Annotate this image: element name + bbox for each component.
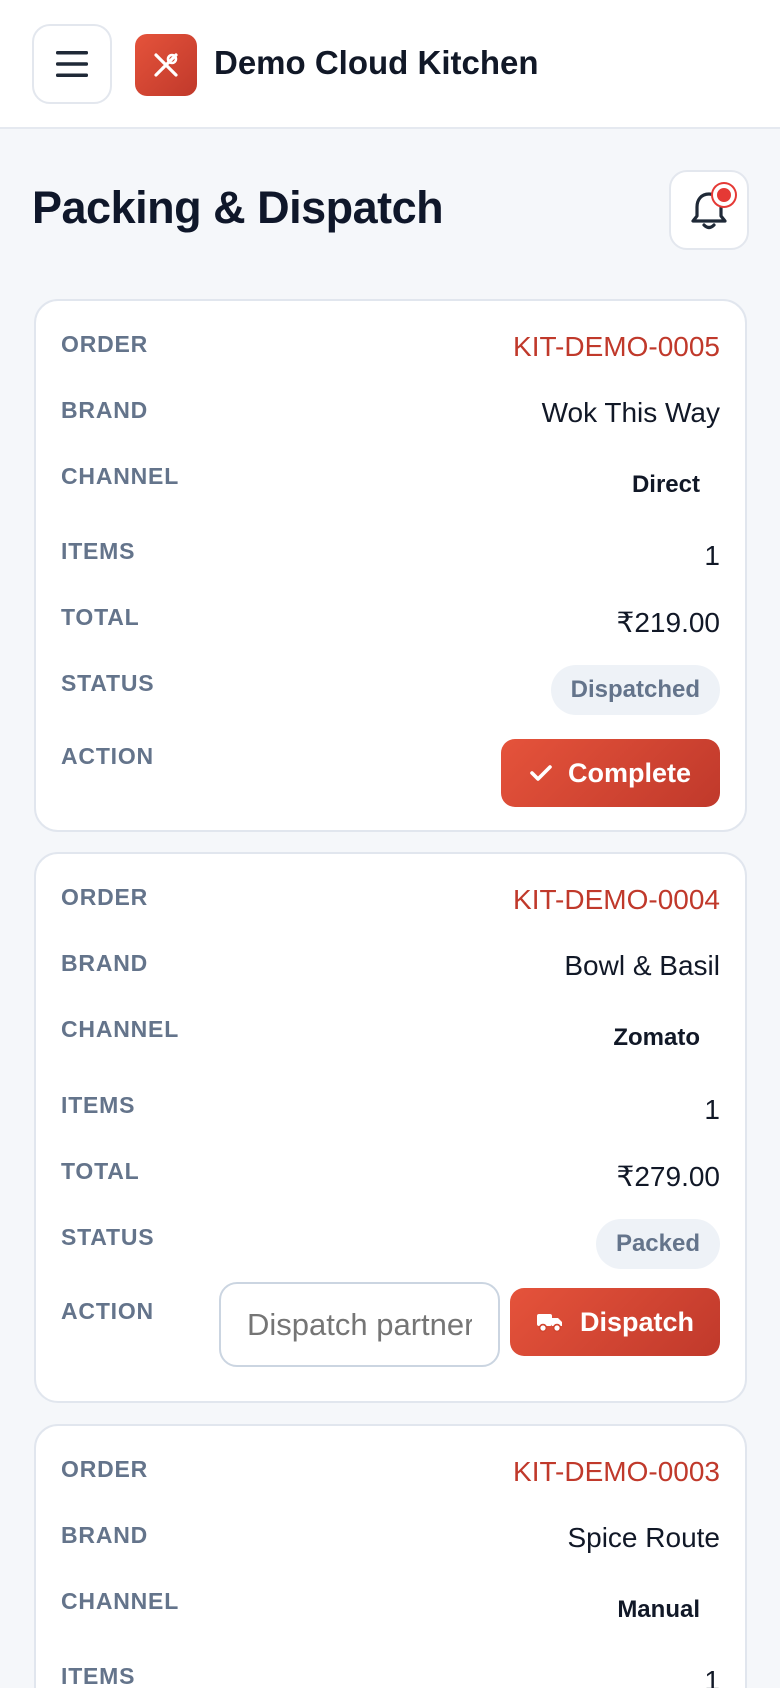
brand-label: BRAND — [61, 1522, 149, 1548]
order-label: ORDER — [61, 1456, 149, 1482]
complete-button[interactable]: Complete — [501, 739, 720, 807]
check-icon — [530, 765, 552, 781]
order-id[interactable]: KIT-DEMO-0005 — [513, 331, 720, 363]
notifications-button[interactable] — [669, 170, 749, 250]
items-label: ITEMS — [61, 1092, 136, 1118]
truck-icon — [536, 1314, 562, 1333]
page-title: Packing & Dispatch — [32, 182, 444, 233]
dispatch-button[interactable]: Dispatch — [510, 1288, 720, 1356]
top-bar: Demo Cloud Kitchen — [0, 0, 780, 129]
items-value: 1 — [704, 1094, 720, 1125]
total-label: TOTAL — [61, 604, 140, 630]
order-label: ORDER — [61, 884, 149, 910]
utensils-icon — [154, 53, 178, 77]
brand-label: BRAND — [61, 950, 149, 976]
dispatch-partner-input[interactable] — [219, 1282, 500, 1367]
brand-value: Wok This Way — [541, 397, 720, 428]
total-label: TOTAL — [61, 1158, 140, 1184]
status-badge: Dispatched — [550, 665, 720, 715]
brand-label: BRAND — [61, 397, 149, 423]
menu-button[interactable] — [32, 24, 112, 104]
items-value: 1 — [704, 540, 720, 571]
order-label: ORDER — [61, 331, 149, 357]
channel-label: CHANNEL — [61, 1588, 180, 1614]
order-id[interactable]: KIT-DEMO-0004 — [513, 884, 720, 916]
hamburger-icon — [56, 51, 88, 77]
total-value: ₹279.00 — [616, 1161, 720, 1192]
order-card: ORDER KIT-DEMO-0003 BRAND Spice Route CH… — [34, 1424, 747, 1688]
notification-dot — [713, 184, 735, 206]
items-value: 1 — [704, 1665, 720, 1688]
total-value: ₹219.00 — [616, 607, 720, 638]
order-id[interactable]: KIT-DEMO-0003 — [513, 1456, 720, 1488]
dispatch-button-label: Dispatch — [579, 1306, 695, 1337]
status-badge: Packed — [595, 1219, 720, 1269]
order-card: ORDER KIT-DEMO-0004 BRAND Bowl & Basil C… — [34, 852, 747, 1403]
status-label: STATUS — [61, 1224, 155, 1250]
brand-value: Bowl & Basil — [564, 950, 720, 981]
channel-value: Manual — [617, 1596, 700, 1623]
complete-button-label: Complete — [567, 757, 692, 788]
brand-value: Spice Route — [567, 1522, 720, 1553]
items-label: ITEMS — [61, 1663, 136, 1688]
channel-value: Direct — [631, 471, 700, 498]
app-title: Demo Cloud Kitchen — [214, 44, 539, 81]
app-logo — [135, 34, 197, 96]
channel-label: CHANNEL — [61, 463, 180, 489]
status-label: STATUS — [61, 670, 155, 696]
channel-label: CHANNEL — [61, 1016, 180, 1042]
items-label: ITEMS — [61, 538, 136, 564]
action-label: ACTION — [61, 1298, 154, 1324]
order-card: ORDER KIT-DEMO-0005 BRAND Wok This Way C… — [34, 299, 747, 832]
action-label: ACTION — [61, 743, 154, 769]
channel-value: Zomato — [613, 1024, 700, 1051]
